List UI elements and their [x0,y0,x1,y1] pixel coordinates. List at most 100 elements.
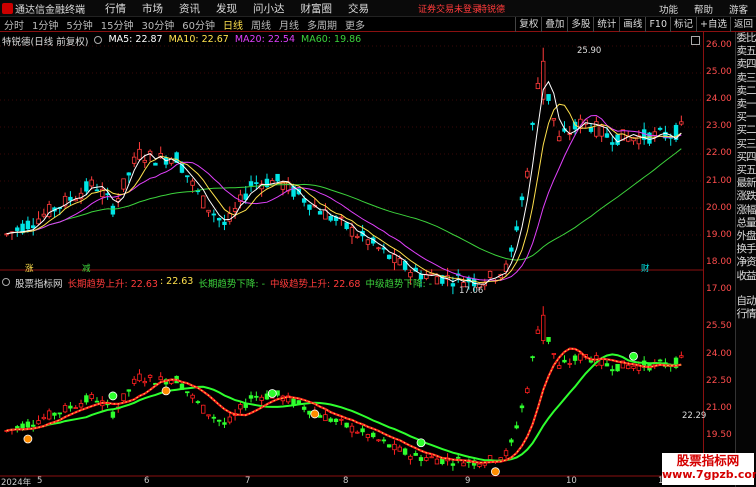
side-quote[interactable]: 行情 [736,308,756,321]
candle-body [201,195,206,209]
candle-body [376,247,381,250]
signal-marker [267,389,277,398]
tab-15min[interactable]: 15分钟 [100,17,135,32]
candle-body [541,60,546,100]
tab-more[interactable]: 更多 [344,17,366,32]
tab-day[interactable]: 日线 [222,17,244,32]
x-label-7: 7 [245,476,251,486]
sub-candle-body [477,463,482,467]
side-pct[interactable]: 涨幅 [736,204,756,217]
back-button[interactable]: 返回 [729,17,756,32]
menu-bangzhu[interactable]: 帮助 [694,2,713,16]
tab-60min[interactable]: 60分钟 [181,17,216,32]
candle-body [126,172,132,176]
menu-zixun[interactable]: 资讯 [179,1,200,16]
tab-week[interactable]: 周线 [250,17,272,32]
overlay-button[interactable]: 叠加 [541,17,567,32]
x-label-10: 10 [566,476,577,486]
side-sell4[interactable]: 卖四 [736,58,756,71]
candle-body [487,270,493,278]
side-change[interactable]: 涨跌 [736,190,756,203]
sub-candle-body [349,425,355,433]
candle-body [142,159,147,163]
tab-1min[interactable]: 1分钟 [31,17,59,32]
sub-tick-1: 25.50 [706,321,732,331]
fuquan-button[interactable]: 复权 [515,17,541,32]
tab-multi[interactable]: 多周期 [306,17,338,32]
signal-marker [310,409,320,419]
sub-candle-body [147,374,153,378]
sub-candle-body [222,422,227,425]
sub-candle-body [413,453,418,456]
tick-26: 26.00 [706,40,732,50]
signal-marker [161,386,171,396]
sub-candle-body [546,337,551,342]
side-buy4[interactable]: 买四 [736,151,756,164]
menu-faxian[interactable]: 发现 [216,1,237,16]
tab-30min[interactable]: 30分钟 [140,17,175,32]
signal-marker [416,438,426,448]
sub-candle-body [158,376,163,381]
legend-mid-up: 中级趋势上升: 22.68 [270,279,361,290]
sub-settings-icon[interactable] [2,278,10,286]
side-buy1[interactable]: 买一 [736,111,756,124]
candle-body [610,142,615,145]
side-auto[interactable]: 自动 [736,295,756,308]
add-watchlist-button[interactable]: +自选 [696,17,730,32]
side-turnover[interactable]: 换手 [736,243,756,256]
candle-body [25,220,31,230]
side-eps[interactable]: 收益 [736,270,756,283]
sub-candle-body [679,355,684,358]
menu-hangqing[interactable]: 行情 [105,1,126,16]
kline-chart[interactable] [0,32,703,479]
candle-body [450,283,456,287]
menu-youke[interactable]: 游客 [729,2,748,16]
sub-candle-body [301,406,307,410]
side-buy2[interactable]: 买二 [736,124,756,137]
side-volume[interactable]: 总量 [736,217,756,230]
sub-candle-body [201,404,206,414]
side-latest[interactable]: 最新 [736,177,756,190]
side-outer[interactable]: 外盘 [736,230,756,243]
menu-gongneng[interactable]: 功能 [659,2,678,16]
tab-5min[interactable]: 5分钟 [65,17,93,32]
stats-button[interactable]: 统计 [593,17,619,32]
marker-zhang: 涨 [25,264,34,274]
candle-body [604,133,610,138]
side-netasset[interactable]: 净资 [736,256,756,269]
side-sell3[interactable]: 卖三 [736,72,756,85]
sub-candle-body [487,455,493,461]
sub-candle-body [110,411,116,418]
candle-body [94,189,100,192]
tick-22: 22.00 [706,148,732,158]
menu-jiaoyi[interactable]: 交易 [348,1,369,16]
multi-stock-button[interactable]: 多股 [567,17,593,32]
side-buy3[interactable]: 买三 [736,138,756,151]
mark-button[interactable]: 标记 [670,17,696,32]
candle-body [546,94,551,101]
sub-candle-body [46,410,52,420]
sub-candle-body [126,389,132,392]
side-sell5[interactable]: 卖五 [736,45,756,58]
side-sell1[interactable]: 卖一 [736,98,756,111]
menu-shichang[interactable]: 市场 [142,1,163,16]
side-buy5[interactable]: 买五 [736,164,756,177]
sub-candle-body [333,418,339,423]
menu-wenxiaoda[interactable]: 问小达 [253,1,285,16]
side-sell2[interactable]: 卖二 [736,85,756,98]
tick-25: 25.00 [706,67,732,77]
tab-fenshi[interactable]: 分时 [3,17,25,32]
f10-button[interactable]: F10 [645,17,670,32]
tab-month[interactable]: 月线 [278,17,300,32]
sub-tick-2: 24.00 [706,349,732,359]
candle-body [317,211,323,215]
sub-candle-body [397,446,402,452]
sub-candle-body [556,365,562,369]
draw-button[interactable]: 画线 [619,17,645,32]
login-notice[interactable]: 证券交易未登录 [418,2,481,15]
side-weibi[interactable]: 委比 [736,32,756,45]
menu-caifuquan[interactable]: 财富圈 [301,1,333,16]
sub-candle-body [365,434,371,438]
sub-candle-body [429,456,434,459]
candle-body [647,132,652,144]
